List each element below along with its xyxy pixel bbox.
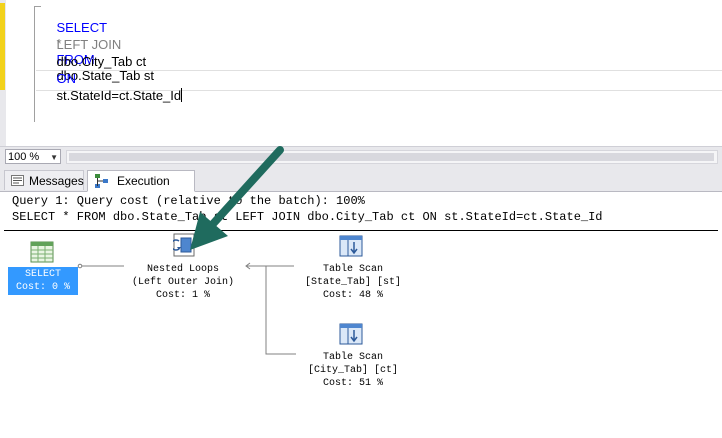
teal-arrow-icon: [190, 146, 284, 250]
